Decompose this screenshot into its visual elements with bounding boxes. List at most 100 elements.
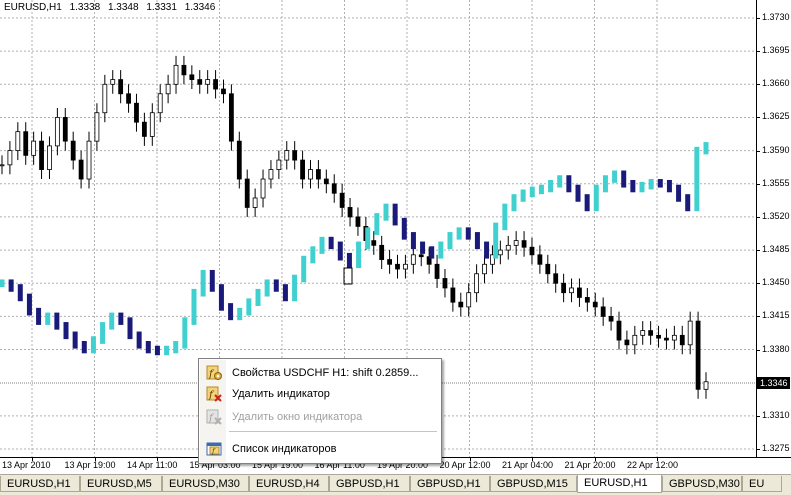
context-menu: f Свойства USDCHF H1: shift 0.2859... f …	[198, 358, 442, 464]
indicator-candle	[237, 307, 243, 321]
price-candle	[173, 64, 179, 85]
price-axis-label: 1.3450	[762, 277, 790, 288]
indicator-candle	[365, 227, 371, 250]
chart-tab[interactable]: EURUSD,M30	[162, 476, 249, 492]
chart-tab[interactable]: GBPUSD,M15	[490, 476, 577, 492]
chart-tab[interactable]: GBPUSD,H1	[329, 476, 410, 492]
price-axis-tick	[757, 250, 760, 252]
price-candle	[474, 273, 480, 294]
price-candle	[371, 240, 377, 246]
time-axis-label: 21 Apr 04:00	[502, 460, 554, 470]
indicator-candle	[273, 279, 279, 292]
price-candle	[39, 140, 44, 170]
menu-item-label: Удалить окно индикатора	[232, 411, 363, 423]
price-candle	[62, 117, 68, 142]
chart-tab[interactable]: EURUSD,H1	[577, 475, 662, 493]
price-candle	[236, 140, 242, 180]
chart-low: 1.3331	[146, 2, 177, 13]
price-candle	[205, 79, 211, 85]
price-candle	[434, 263, 440, 279]
indicator-candle	[191, 288, 197, 325]
price-candle	[608, 315, 614, 322]
price-axis-tick	[757, 316, 760, 318]
price-candle	[54, 117, 60, 147]
price-axis-tick	[757, 150, 760, 152]
indicator-candle	[420, 241, 426, 254]
time-axis-tick	[32, 458, 33, 461]
price-candle	[323, 178, 329, 185]
price-candle	[664, 337, 669, 341]
indicator-candle	[228, 303, 234, 321]
price-axis-label: 1.3485	[762, 244, 790, 255]
chart-tab[interactable]: EURUSD,H1	[0, 476, 80, 492]
chart-tab[interactable]: EU	[742, 476, 782, 492]
price-candle	[268, 169, 274, 180]
indicator-candle	[593, 184, 599, 212]
indicator-candle	[63, 322, 69, 340]
price-candle	[410, 254, 416, 265]
price-axis-tick	[757, 84, 760, 86]
price-candle	[355, 216, 361, 227]
menu-item-indicator-list[interactable]: f Список индикаторов	[200, 439, 440, 459]
price-axis-label: 1.3415	[762, 310, 790, 321]
price-candle	[656, 334, 661, 339]
indicator-candle	[566, 175, 572, 193]
indicator-candle	[200, 269, 206, 297]
indicator-candle	[456, 227, 462, 240]
price-candle	[221, 88, 226, 95]
indicator-properties-icon: f	[206, 365, 222, 380]
indicator-candle	[548, 179, 554, 193]
chart-tab[interactable]: GBPUSD,M30	[662, 476, 742, 492]
indicator-candle	[145, 341, 151, 354]
price-candle	[521, 240, 527, 248]
time-axis-label: 14 Apr 11:00	[127, 460, 178, 470]
price-candle	[197, 79, 203, 85]
indicator-candle	[8, 279, 14, 292]
menu-separator	[229, 431, 437, 432]
menu-item-indicator-properties[interactable]: f Свойства USDCHF H1: shift 0.2859...	[200, 363, 440, 383]
price-candle	[149, 112, 155, 137]
price-candle	[141, 121, 147, 137]
price-axis-label: 1.3310	[762, 409, 790, 420]
price-candle	[213, 79, 218, 90]
price-axis-tick	[757, 18, 760, 19]
chart-tab[interactable]: EURUSD,M5	[80, 476, 162, 492]
indicator-candle	[392, 203, 398, 226]
price-candle	[165, 83, 171, 95]
indicator-candle	[538, 184, 544, 195]
chart-header: EURUSD,H1 1.3338 1.3348 1.3331 1.3346	[4, 2, 220, 13]
price-candle	[86, 140, 92, 180]
price-candle	[403, 263, 408, 270]
indicator-candle	[246, 298, 252, 316]
indicator-candle	[264, 279, 270, 297]
indicator-candle	[136, 331, 142, 349]
chart-tab[interactable]: EURUSD,H4	[249, 476, 329, 492]
price-candle	[126, 93, 131, 104]
menu-item-label: Свойства USDCHF H1: shift 0.2859...	[232, 367, 419, 379]
time-axis-tick	[594, 458, 596, 461]
indicator-candle	[383, 203, 389, 221]
price-candle	[584, 297, 590, 303]
indicator-candle	[45, 312, 51, 325]
indicator-candle	[154, 345, 160, 356]
chart-tab[interactable]: GBPUSD,H1	[410, 476, 490, 492]
indicator-candle	[209, 269, 215, 292]
time-axis-tick	[94, 458, 96, 461]
price-candle	[228, 93, 234, 142]
price-candle	[78, 159, 84, 180]
time-axis-tick	[157, 458, 158, 461]
price-candle	[31, 140, 37, 156]
price-candle	[7, 150, 13, 166]
indicator-candle	[81, 341, 87, 354]
price-candle	[671, 334, 677, 341]
delete-indicator-icon: f	[206, 386, 222, 402]
indicator-candle	[694, 146, 700, 212]
price-candle	[592, 301, 598, 308]
selected-indicator-marker	[343, 267, 353, 285]
price-candle	[616, 320, 622, 341]
indicator-candle	[602, 175, 608, 193]
menu-item-delete-indicator[interactable]: f Удалить индикатор	[200, 384, 440, 404]
indicator-candle	[255, 288, 261, 306]
price-candle	[300, 159, 305, 180]
time-axis-label: 22 Apr 12:00	[627, 460, 679, 470]
